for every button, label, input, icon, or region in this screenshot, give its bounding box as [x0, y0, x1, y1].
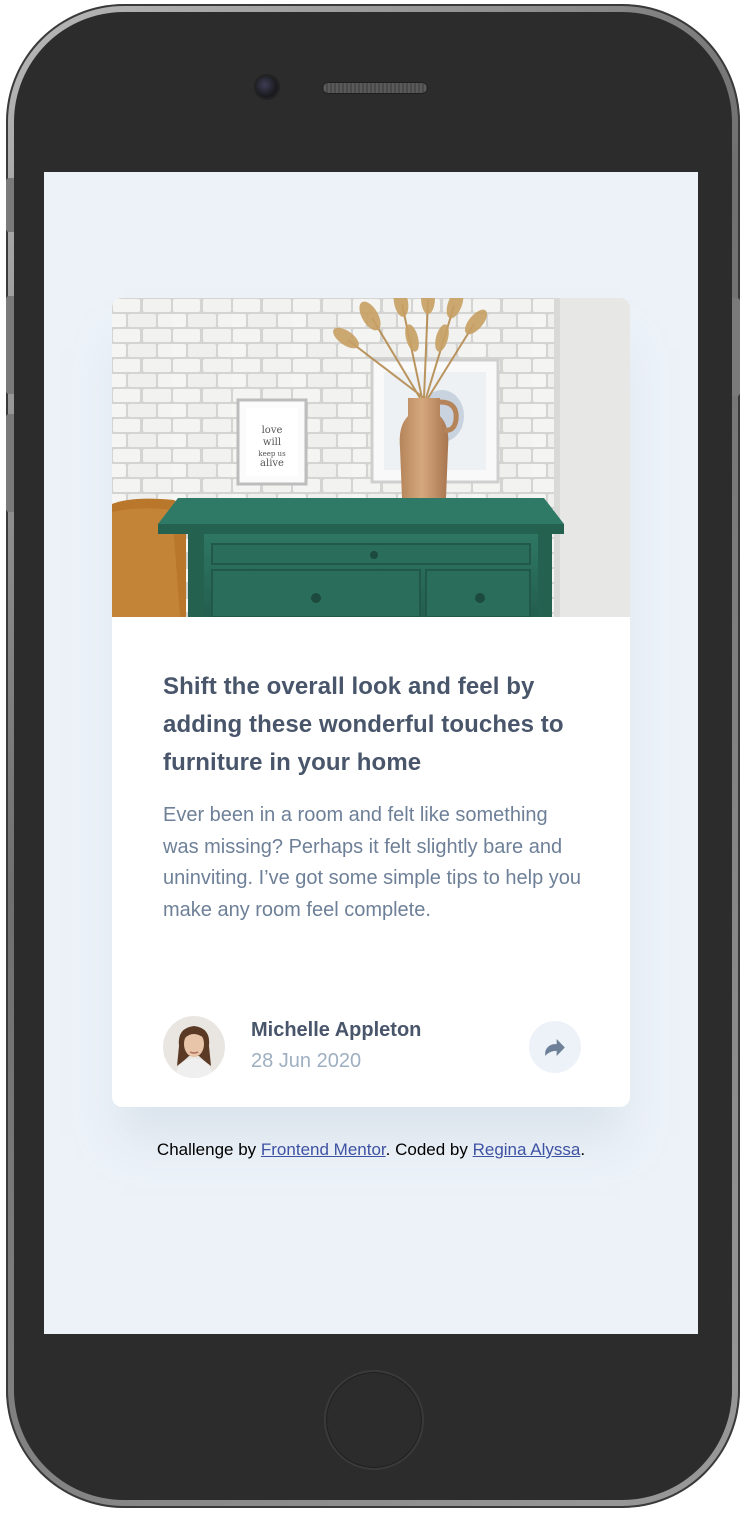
share-button[interactable]	[529, 1021, 581, 1073]
attribution-prefix: Challenge by	[156, 1140, 261, 1159]
coder-link[interactable]: Regina Alyssa	[473, 1140, 581, 1159]
home-button[interactable]	[324, 1370, 424, 1470]
earpiece-speaker	[322, 82, 428, 94]
volume-down-button	[6, 414, 14, 512]
attribution: Challenge by Frontend Mentor. Coded by R…	[44, 1140, 698, 1160]
card-body: Shift the overall look and feel by addin…	[163, 668, 583, 926]
share-arrow-icon	[545, 1038, 565, 1056]
author-avatar	[163, 1016, 225, 1078]
screen: love will keep us alive Shift the overal…	[44, 172, 698, 1334]
post-date: 28 Jun 2020	[251, 1050, 362, 1072]
mute-switch	[6, 178, 14, 232]
svg-text:keep us: keep us	[258, 450, 286, 458]
volume-up-button	[6, 296, 14, 394]
author-name: Michelle Appleton	[251, 1019, 422, 1041]
drawers-photo: love will keep us alive	[112, 298, 630, 617]
frontend-mentor-link[interactable]: Frontend Mentor	[261, 1140, 386, 1159]
card-hero-image: love will keep us alive	[112, 298, 630, 617]
power-button	[732, 298, 740, 396]
article-title[interactable]: Shift the overall look and feel by addin…	[163, 668, 583, 782]
svg-text:love: love	[262, 425, 283, 436]
svg-text:alive: alive	[260, 458, 284, 469]
author-row: Michelle Appleton 28 Jun 2020	[163, 1016, 581, 1078]
avatar-photo	[163, 1016, 225, 1078]
svg-text:will: will	[263, 437, 281, 448]
attribution-suffix: .	[580, 1140, 586, 1159]
front-camera-icon	[256, 76, 278, 98]
article-preview-card: love will keep us alive Shift the overal…	[112, 298, 630, 1107]
article-excerpt: Ever been in a room and felt like someth…	[163, 804, 581, 921]
attribution-middle: . Coded by	[385, 1140, 473, 1159]
